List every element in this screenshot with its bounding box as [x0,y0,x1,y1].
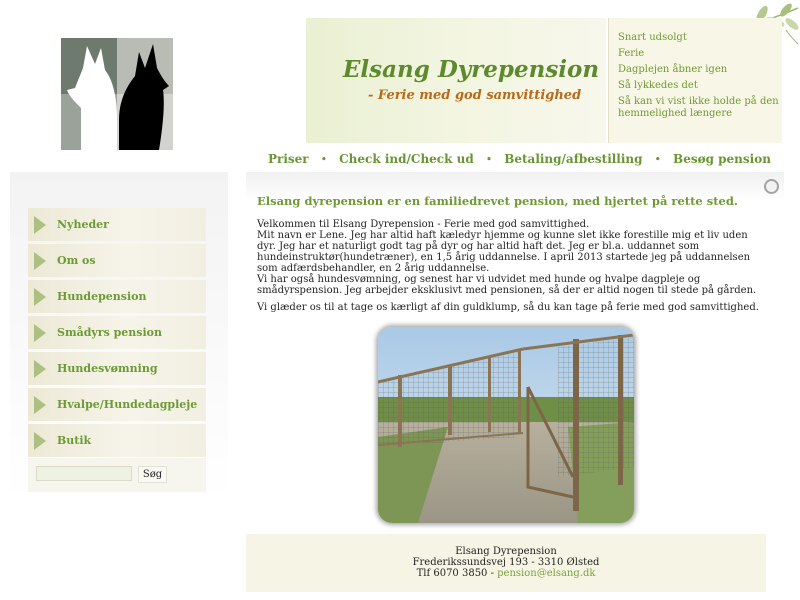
chevron-right-icon [34,396,46,414]
news-item[interactable]: Så lykkedes det [618,80,782,92]
sidebar-item-nyheder[interactable]: Nyheder [28,208,206,241]
footer-address: Frederikssundsvej 193 - 3310 Ølsted [412,557,600,568]
sidebar-item-hundepension[interactable]: Hundepension [28,280,206,313]
intro-paragraph: Vi glæder os til at tage os kærligt af d… [257,302,759,313]
circle-icon[interactable] [764,179,779,194]
news-item[interactable]: Så kan vi vist ikke holde på den hemmeli… [618,96,782,120]
top-navigation: Priser • Check ind/Check ud • Betaling/afbes… [268,148,783,168]
intro-paragraph: Velkommen til Elsang Dyrepension - Ferie… [257,219,590,230]
kennel-photo [378,327,634,523]
footer-email-link[interactable]: pension@elsang.dk [497,568,595,579]
sidebar-item-label: Hvalpe/Hundedagpleje [57,398,198,411]
site-logo[interactable] [61,38,173,150]
news-list: Snart udsolgt Ferie Dagplejen åbner igen… [609,18,782,120]
sidebar-item-hundesvomning[interactable]: Hundesvømning [28,352,206,385]
page-heading: Elsang dyrepension er en familiedrevet p… [257,194,738,208]
sidebar-item-om-os[interactable]: Om os [28,244,206,277]
sidebar-item-smadyrs-pension[interactable]: Smådyrs pension [28,316,206,349]
sidebar-item-label: Om os [57,254,96,267]
site-title[interactable]: Elsang Dyrepension [336,56,606,83]
nav-link-besog-pension[interactable]: Besøg pension [673,152,771,166]
chevron-right-icon [34,252,46,270]
nav-link-priser[interactable]: Priser [268,152,309,166]
nav-separator: • [485,153,493,166]
news-panel: Snart udsolgt Ferie Dagplejen åbner igen… [608,18,782,143]
chevron-right-icon [34,360,46,378]
chevron-right-icon [34,324,46,342]
nav-link-betaling[interactable]: Betaling/afbestilling [504,152,642,166]
footer-contact: Tlf 6070 3850 - pension@elsang.dk [246,568,766,579]
search-input[interactable] [36,466,132,481]
sidebar-item-label: Hundesvømning [57,362,158,375]
sidebar-item-label: Hundepension [57,290,147,303]
header-title-panel: Elsang Dyrepension - Ferie med god samvi… [306,18,606,143]
sidebar-item-label: Butik [57,434,92,447]
sidebar-item-hvalpe-hundedagpleje[interactable]: Hvalpe/Hundedagpleje [28,388,206,421]
sidebar-menu: Nyheder Om os Hundepension Smådyrs pensi… [28,208,206,460]
footer-phone: Tlf 6070 3850 - [416,568,498,579]
search-button[interactable]: Søg [138,466,167,483]
intro-paragraph: Vi har også hundesvømning, og senest har… [257,274,757,296]
news-item[interactable]: Ferie [618,48,782,60]
footer-name: Elsang Dyrepension [455,546,557,557]
intro-text: Velkommen til Elsang Dyrepension - Ferie… [257,219,767,313]
site-subtitle: - Ferie med god samvittighed [368,88,582,103]
sidebar-item-label: Smådyrs pension [57,326,163,339]
sidebar-item-label: Nyheder [57,218,109,231]
nav-separator: • [320,153,328,166]
intro-paragraph: Mit navn er Lene. Jeg har altid haft kæl… [257,230,751,274]
chevron-right-icon [34,288,46,306]
news-item[interactable]: Snart udsolgt [618,32,782,44]
sidebar-search: Søg [28,458,206,492]
news-item[interactable]: Dagplejen åbner igen [618,64,782,76]
nav-separator: • [654,153,662,166]
site-footer: Elsang Dyrepension Frederikssundsvej 193… [246,534,766,592]
chevron-right-icon [34,216,46,234]
chevron-right-icon [34,432,46,450]
sidebar-item-butik[interactable]: Butik [28,424,206,457]
nav-link-check-ind[interactable]: Check ind/Check ud [339,152,474,166]
